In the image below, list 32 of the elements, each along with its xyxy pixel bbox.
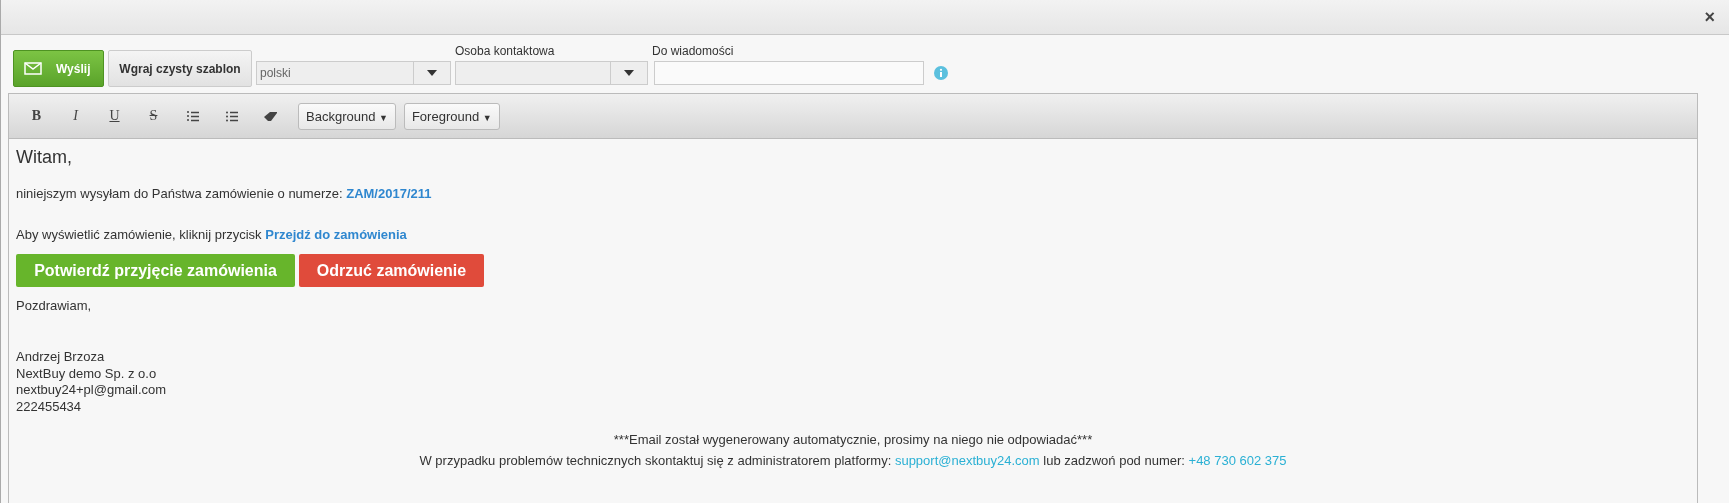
- bold-button[interactable]: B: [17, 102, 56, 130]
- view-order-text: Aby wyświetlić zamówienie, kliknij przycisk: [16, 227, 262, 242]
- order-text: niniejszym wysyłam do Państwa zamówienie o numerze:: [16, 186, 343, 201]
- language-select[interactable]: polski: [256, 61, 451, 85]
- field-label: Do wiadomości: [652, 44, 735, 58]
- template-button[interactable]: Wgraj czysty szablon: [108, 50, 252, 87]
- view-order-link[interactable]: Przejdź do zamówienia: [265, 227, 407, 242]
- signature-line: Andrzej Brzoza: [16, 349, 106, 366]
- order-number-link[interactable]: ZAM/2017/211: [346, 186, 432, 201]
- eraser-icon: [264, 111, 277, 121]
- numbered-list-icon: [186, 110, 199, 122]
- signature-line: NextBuy demo Sp. z o.o: [16, 365, 158, 382]
- footer-text: W przypadku problemów technicznych skontaktuj się z administratorem platformy:: [419, 453, 892, 468]
- footer-notice: ***Email został wygenerowany automatycznie, prosimy na niego nie odpowiadać***: [613, 432, 1093, 447]
- bullet-list-icon: [225, 110, 238, 122]
- closing-text: Pozdrawiam,: [16, 298, 93, 313]
- field-label: Osoba kontaktowa: [455, 44, 556, 58]
- reject-order-button[interactable]: Odrzuć zamówienie: [299, 254, 484, 287]
- cc-input[interactable]: [654, 61, 924, 85]
- close-button[interactable]: ×: [1700, 8, 1719, 26]
- caret-icon: [624, 70, 634, 76]
- signature-line: nextbuy24+pl@gmail.com: [16, 382, 168, 399]
- greeting-text: Witam,: [16, 147, 73, 168]
- signature-line: 222455434: [16, 398, 83, 415]
- envelope-icon: [24, 62, 42, 75]
- color-dropdown[interactable]: Foreground ▼: [403, 102, 500, 130]
- strike-button[interactable]: S: [134, 102, 173, 130]
- underline-button[interactable]: U: [95, 102, 134, 130]
- italic-button[interactable]: I: [56, 102, 95, 130]
- footer-text: lub zadzwoń pod numer:: [1043, 453, 1185, 468]
- caret-icon: [427, 70, 437, 76]
- color-dropdown[interactable]: Background ▼: [298, 102, 396, 130]
